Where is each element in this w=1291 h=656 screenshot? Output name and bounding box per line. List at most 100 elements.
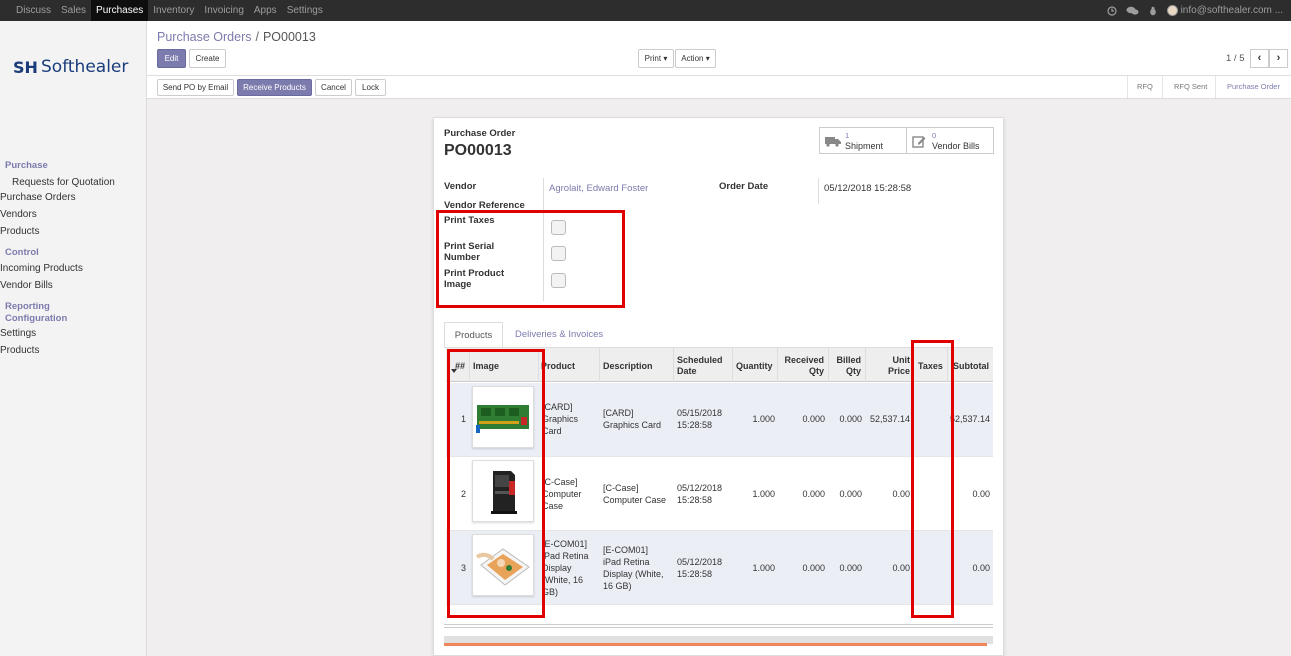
billed-qty-cell: 0.000 [839,489,862,499]
column-divider [777,348,778,382]
menu-purchases[interactable]: Purchases [91,0,149,21]
product-cell[interactable]: [C-Case] Computer Case [542,476,582,512]
order-date-label: Order Date [719,181,769,192]
col-header-quantity[interactable]: Quantity [736,361,773,372]
sidebar-item-vendor-bills[interactable]: Vendor Bills [0,280,53,291]
softhealer-logo-icon: SH [13,58,38,76]
billed-qty-cell: 0.000 [839,563,862,573]
bug-icon[interactable] [1148,6,1158,16]
description-cell: [E-COM01] iPad Retina Display (White, 16 GB… [603,545,664,591]
action-dropdown[interactable]: Action ▾ [675,49,716,68]
col-header-billed-qty[interactable]: Billed Qty [830,355,861,377]
col-header-product[interactable]: Product [541,361,575,372]
svg-text:SH: SH [13,58,38,76]
sidebar-item-vendors[interactable]: Vendors [0,209,37,220]
vendor-field[interactable]: Agrolait, Edward Foster [549,183,648,194]
pager-value[interactable]: 1 / 5 [1226,53,1245,64]
edit-button[interactable]: Edit [157,49,186,68]
vendor-label: Vendor [444,181,477,192]
description-cell: [C-Case] Computer Case [603,483,667,505]
status-divider [1215,76,1216,98]
field-divider [818,178,819,204]
scheduled-date-cell: 05/15/2018 15:28:58 [677,408,723,430]
col-header-scheduled-date[interactable]: Scheduled Date [677,355,723,377]
menu-inventory[interactable]: Inventory [148,0,199,21]
tab-deliveries-invoices[interactable]: Deliveries & Invoices [515,322,603,348]
sidebar-section-purchase: Purchase [5,160,48,171]
breadcrumb: Purchase Orders / PO00013 [157,30,316,44]
create-button[interactable]: Create [189,49,226,68]
billed-qty-cell: 0.000 [839,414,862,424]
status-rfq[interactable]: RFQ [1137,76,1153,98]
quantity-cell: 1.000 [752,489,775,499]
menu-invoicing[interactable]: Invoicing [199,0,248,21]
col-header-unit-price[interactable]: Unit Price [876,355,910,377]
unit-price-cell: 0.00 [892,489,910,499]
sidebar-item-incoming-products[interactable]: Incoming Products [0,263,83,274]
scheduled-date-cell: 05/12/2018 15:28:58 [677,483,723,505]
product-cell[interactable]: [CARD] Graphics Card [542,401,578,437]
menu-sales[interactable]: Sales [56,0,91,21]
highlight-taxes-column [911,340,954,618]
user-email: info@softhealer.com ... [1180,5,1283,16]
col-header-received-qty[interactable]: Received Qty [783,355,824,377]
cancel-button[interactable]: Cancel [315,79,352,96]
pager-next-button[interactable]: › [1269,49,1288,68]
breadcrumb-separator: / [255,30,259,44]
menu-discuss[interactable]: Discuss [11,0,56,21]
send-po-email-button[interactable]: Send PO by Email [157,79,234,96]
breadcrumb-parent[interactable]: Purchase Orders [157,30,251,44]
company-logo: SH Softhealer [13,57,128,77]
status-divider [1127,76,1128,98]
sidebar-item-settings[interactable]: Settings [0,328,36,339]
received-qty-cell: 0.000 [802,414,825,424]
pager-previous-button[interactable]: ‹ [1250,49,1269,68]
column-divider [599,348,600,382]
print-dropdown[interactable]: Print ▾ [638,49,674,68]
sidebar-item-config-products[interactable]: Products [0,345,39,356]
tab-products[interactable]: Products [444,322,503,348]
app-menu: Discuss Sales Purchases Inventory Invoic… [11,0,328,21]
top-navbar: Discuss Sales Purchases Inventory Invoic… [0,0,1291,21]
quantity-cell: 1.000 [752,563,775,573]
vendor-bills-count: 0 [932,131,937,140]
sidebar-section-control: Control [5,247,39,258]
shipment-count: 1 [845,131,850,140]
truck-icon [825,137,841,147]
logo-wordmark: Softhealer [41,57,129,77]
progress-accent-line [444,643,987,646]
column-divider [732,348,733,382]
menu-settings[interactable]: Settings [282,0,328,21]
status-divider [1162,76,1163,98]
vendor-bills-smart-button[interactable]: 0 Vendor Bills [906,127,994,154]
user-menu[interactable]: info@softhealer.com ... [1166,5,1283,16]
lock-button[interactable]: Lock [355,79,386,96]
status-rfq-sent[interactable]: RFQ Sent [1174,76,1207,98]
shipment-label: Shipment [845,141,884,151]
sidebar-item-requests-for-quotation[interactable]: Requests for Quotation [0,175,146,190]
column-divider [673,348,674,382]
received-qty-cell: 0.000 [802,489,825,499]
pencil-square-icon [912,136,926,148]
systray: info@softhealer.com ... [1106,0,1283,21]
column-divider [865,348,866,382]
highlight-image-column [447,349,545,618]
col-header-description[interactable]: Description [603,361,653,372]
chat-icon[interactable] [1126,6,1139,16]
table-footer-line [444,624,993,628]
quantity-cell: 1.000 [752,414,775,424]
sidebar-section-reporting[interactable]: Reporting [5,301,50,312]
received-qty-cell: 0.000 [802,563,825,573]
highlight-print-options [436,210,625,308]
col-header-subtotal[interactable]: Subtotal [953,361,989,372]
order-date-field[interactable]: 05/12/2018 15:28:58 [824,183,911,194]
scheduled-date-cell: 05/12/2018 15:28:58 [677,557,723,579]
receive-products-button[interactable]: Receive Products [237,79,312,96]
shipment-smart-button[interactable]: 1 Shipment [819,127,907,154]
doc-number: PO00013 [444,142,512,159]
clock-icon[interactable] [1106,5,1117,16]
sidebar-item-products[interactable]: Products [0,226,39,237]
menu-apps[interactable]: Apps [249,0,282,21]
product-cell[interactable]: [E-COM01] iPad Retina Display (White, 16 GB) [542,538,589,598]
sidebar-item-purchase-orders[interactable]: Purchase Orders [0,192,76,203]
